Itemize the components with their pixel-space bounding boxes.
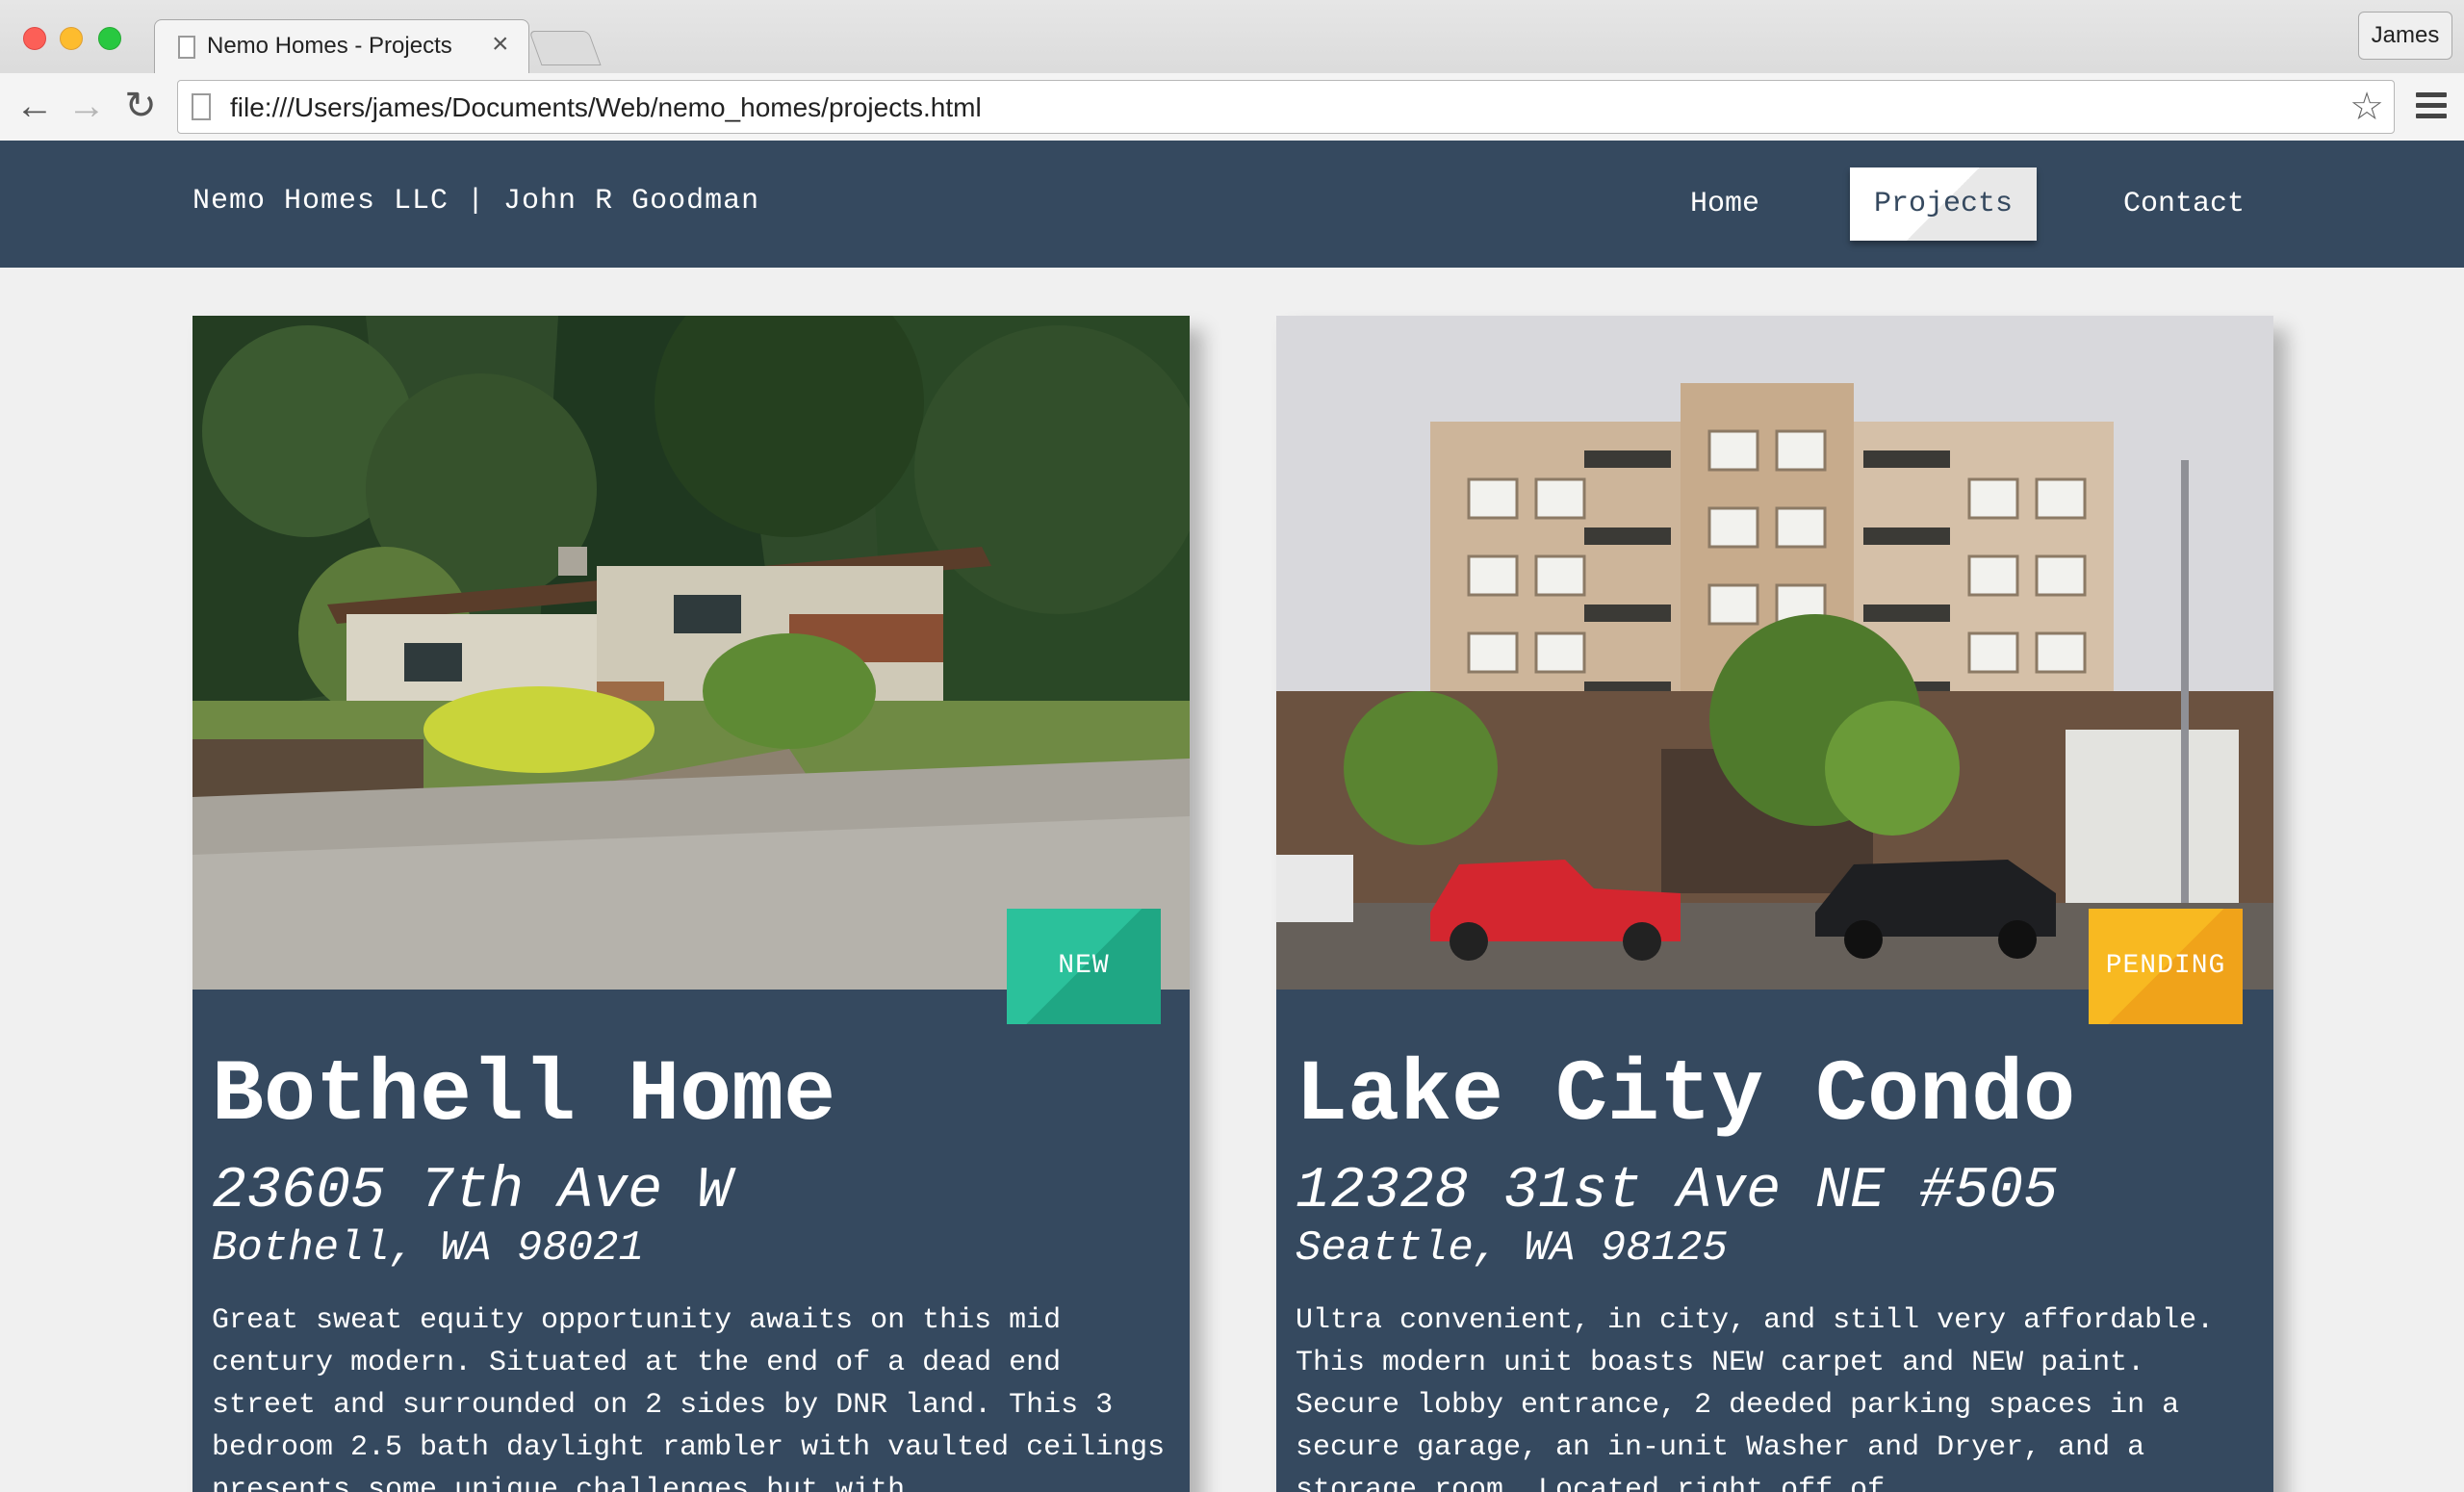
project-title[interactable]: Lake City Condo [1296,1047,2075,1145]
project-description: Ultra convenient, in city, and still ver… [1296,1304,2215,1492]
project-photo-condo[interactable] [1276,316,2273,990]
url-text[interactable]: file:///Users/james/Documents/Web/nemo_h… [230,92,982,123]
site-header: Nemo Homes LLC | John R Goodman Home Pro… [0,141,2464,268]
browser-chrome: Nemo Homes - Projects × James ← → ↻ file… [0,0,2464,141]
browser-toolbar: ← → ↻ file:///Users/james/Documents/Web/… [0,73,2464,141]
back-arrow-icon[interactable]: ← [13,87,56,129]
project-card-lake-city[interactable]: PENDING Lake City Condo 12328 31st Ave N… [1276,316,2273,1492]
document-icon [192,93,211,120]
minimize-icon[interactable] [60,27,83,50]
profile-button[interactable]: James [2358,12,2452,60]
forward-arrow-icon[interactable]: → [65,87,108,129]
nav-home-link[interactable]: Home [1671,167,1779,241]
address-bar[interactable]: file:///Users/james/Documents/Web/nemo_h… [177,80,2395,134]
project-card-bothell[interactable]: NEW Bothell Home 23605 7th Ave W Bothell… [192,316,1190,1492]
project-address-line2: Seattle, WA 98125 [1296,1224,1728,1273]
project-address-line2: Bothell, WA 98021 [212,1224,644,1273]
star-icon[interactable]: ☆ [2349,85,2384,129]
nav-contact-link[interactable]: Contact [2104,167,2264,241]
status-badge-new: NEW [1007,909,1161,1024]
status-badge-pending: PENDING [2089,909,2243,1024]
new-tab-button[interactable] [528,31,602,65]
tab-title: Nemo Homes - Projects [207,33,452,59]
project-address-line1: 12328 31st Ave NE #505 [1296,1159,2059,1224]
project-address-line1: 23605 7th Ave W [212,1159,732,1224]
menu-icon[interactable] [2416,92,2447,121]
document-icon [178,36,195,59]
project-description: Great sweat equity opportunity awaits on… [212,1304,1166,1492]
project-photo-house[interactable] [192,316,1190,990]
brand-title[interactable]: Nemo Homes LLC | John R Goodman [192,185,759,218]
close-icon[interactable] [23,27,46,50]
tab-close-icon[interactable]: × [492,28,509,61]
reload-icon[interactable]: ↻ [119,87,162,129]
maximize-icon[interactable] [98,27,121,50]
browser-tab[interactable]: Nemo Homes - Projects × [154,19,529,73]
project-title[interactable]: Bothell Home [212,1047,835,1145]
nav-projects-link[interactable]: Projects [1850,167,2037,241]
